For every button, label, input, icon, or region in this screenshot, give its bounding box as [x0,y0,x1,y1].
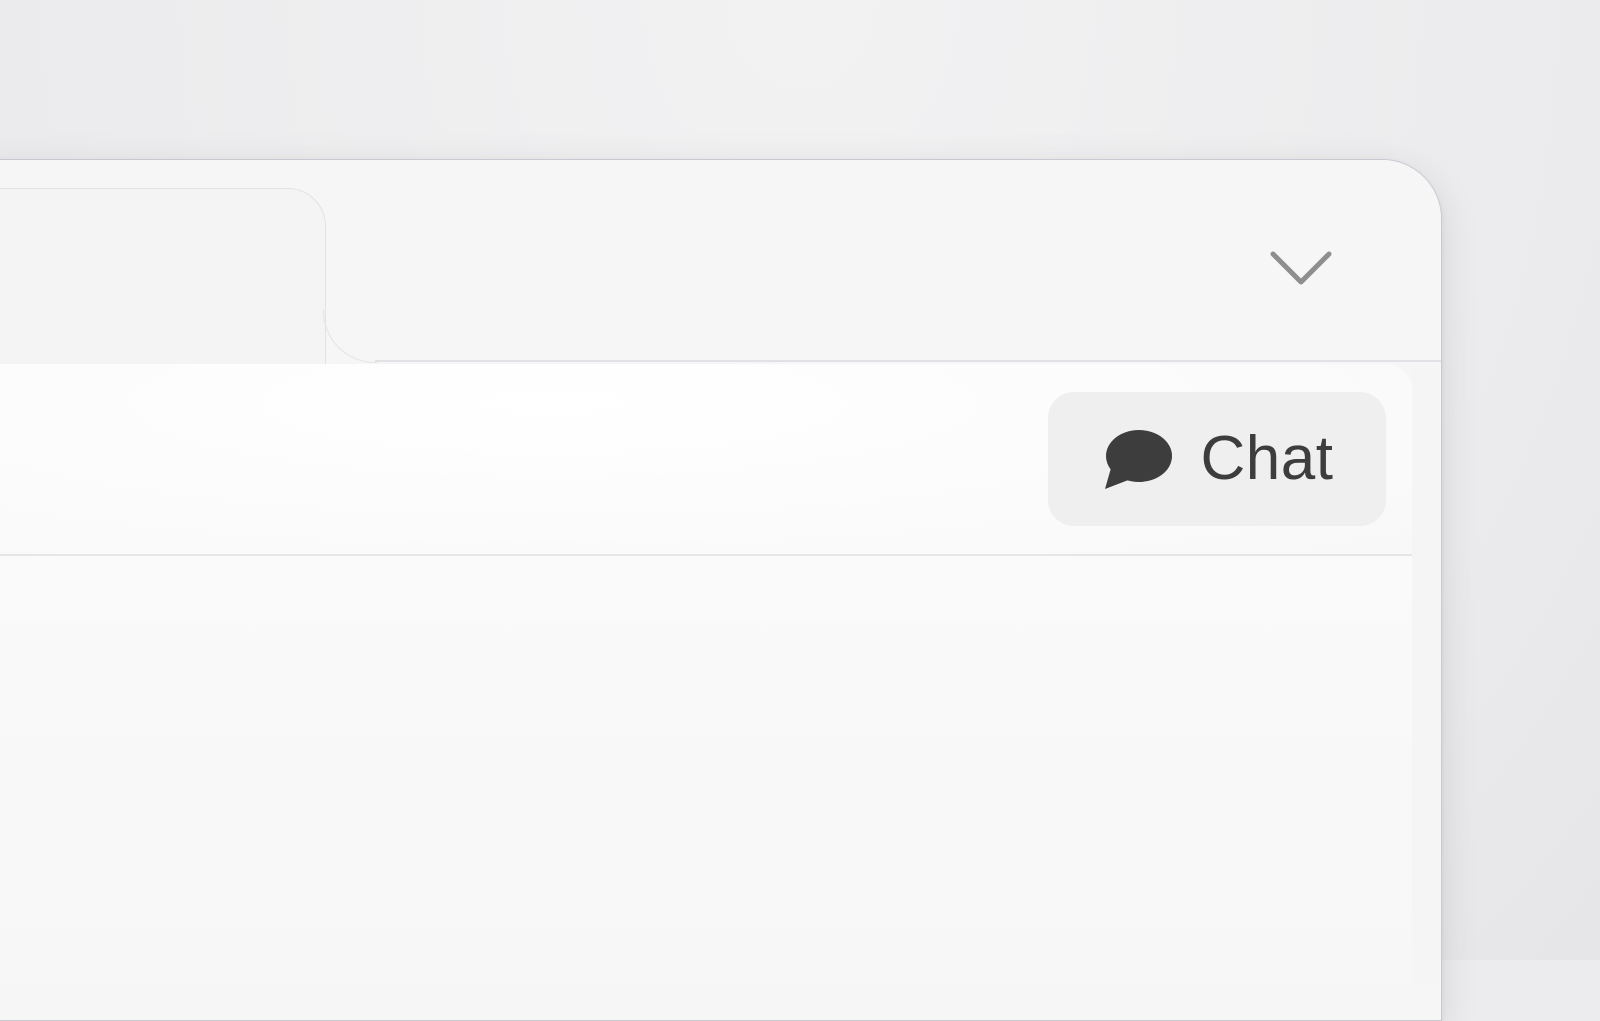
speech-bubble-icon [1104,430,1172,489]
active-tab[interactable] [0,188,326,364]
tab-bar [0,160,1441,364]
window-right-gutter [1412,364,1440,984]
chat-button[interactable]: Chat [1048,392,1386,526]
chat-button-label: Chat [1200,424,1334,493]
tab-bar-divider [375,360,1441,362]
main-content: Chat [0,364,1412,984]
content-header: Chat [0,364,1412,556]
chevron-down-icon[interactable] [1270,250,1332,288]
active-tab-edge [323,310,377,363]
